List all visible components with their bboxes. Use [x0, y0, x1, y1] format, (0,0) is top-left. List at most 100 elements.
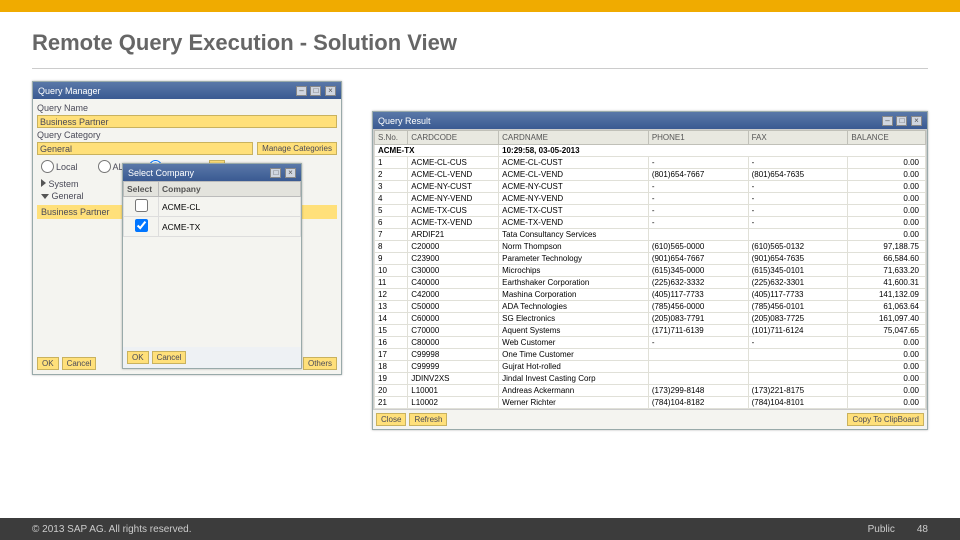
query-manager-titlebar[interactable]: Query Manager – □ ×: [33, 82, 341, 99]
qr-refresh-button[interactable]: Refresh: [409, 413, 447, 426]
result-row[interactable]: 19JDINV2XSJindal Invest Casting Corp0.00: [375, 373, 926, 385]
result-cell: -: [748, 157, 848, 169]
result-cell: -: [648, 193, 748, 205]
qm-cancel-button[interactable]: Cancel: [62, 357, 97, 370]
result-cell: [648, 361, 748, 373]
result-cell: 15: [375, 325, 408, 337]
select-company-window: Select Company □ × Select Company ACME-C…: [122, 163, 302, 369]
result-cell: (405)117-7733: [748, 289, 848, 301]
company-row[interactable]: ACME-CL: [124, 197, 301, 217]
close-icon[interactable]: ×: [911, 116, 922, 126]
result-row[interactable]: 3ACME-NY-CUSTACME-NY-CUST--0.00: [375, 181, 926, 193]
result-cell: 0.00: [848, 181, 926, 193]
sc-ok-button[interactable]: OK: [127, 351, 149, 364]
result-cell: -: [648, 337, 748, 349]
select-company-title: Select Company: [128, 168, 194, 178]
manage-categories-button[interactable]: Manage Categories: [257, 142, 337, 155]
result-row[interactable]: 5ACME-TX-CUSACME-TX-CUST--0.00: [375, 205, 926, 217]
result-cell: 161,097.40: [848, 313, 926, 325]
col-select: Select: [124, 182, 159, 197]
result-cell: 0.00: [848, 169, 926, 181]
result-col-header[interactable]: BALANCE: [848, 131, 926, 145]
result-row[interactable]: 6ACME-TX-VENDACME-TX-VEND--0.00: [375, 217, 926, 229]
result-cell: ACME-NY-CUST: [408, 181, 499, 193]
result-cell: 12: [375, 289, 408, 301]
result-cell: JDINV2XS: [408, 373, 499, 385]
result-cell: (225)632-3332: [648, 277, 748, 289]
result-cell: ACME-TX-VEND: [408, 217, 499, 229]
result-row[interactable]: 13C50000ADA Technologies(785)456-0000(78…: [375, 301, 926, 313]
query-result-window: Query Result – □ × S.No.CARDCODECARDNAME…: [372, 111, 928, 430]
result-row[interactable]: 20L10001Andreas Ackermann(173)299-8148(1…: [375, 385, 926, 397]
result-cell: C99998: [408, 349, 499, 361]
result-row[interactable]: 1ACME-CL-CUSACME-CL-CUST--0.00: [375, 157, 926, 169]
result-cell: ACME-CL-CUST: [499, 157, 649, 169]
qm-ok-button[interactable]: OK: [37, 357, 59, 370]
result-row[interactable]: 4ACME-NY-VENDACME-NY-VEND--0.00: [375, 193, 926, 205]
company-checkbox[interactable]: [135, 199, 148, 212]
result-cell: L10001: [408, 385, 499, 397]
result-cell: [748, 229, 848, 241]
result-row[interactable]: 14C60000SG Electronics(205)083-7791(205)…: [375, 313, 926, 325]
minimize-icon[interactable]: –: [882, 116, 893, 126]
result-cell: -: [648, 205, 748, 217]
result-col-header[interactable]: CARDNAME: [499, 131, 649, 145]
result-cell: Tata Consultancy Services: [499, 229, 649, 241]
result-cell: C40000: [408, 277, 499, 289]
result-cell: 16: [375, 337, 408, 349]
maximize-icon[interactable]: □: [310, 86, 321, 96]
company-checkbox[interactable]: [135, 219, 148, 232]
result-cell: 8: [375, 241, 408, 253]
result-row[interactable]: 2ACME-CL-VENDACME-CL-VEND(801)654-7667(8…: [375, 169, 926, 181]
result-cell: ACME-TX-CUS: [408, 205, 499, 217]
result-cell: (901)654-7667: [648, 253, 748, 265]
qm-others-button[interactable]: Others: [303, 357, 337, 370]
result-cell: ACME-TX-VEND: [499, 217, 649, 229]
company-row[interactable]: ACME-TX: [124, 217, 301, 237]
result-cell: -: [748, 193, 848, 205]
sc-cancel-button[interactable]: Cancel: [152, 351, 187, 364]
result-row[interactable]: 12C42000Mashina Corporation(405)117-7733…: [375, 289, 926, 301]
result-col-header[interactable]: S.No.: [375, 131, 408, 145]
result-cell: -: [748, 337, 848, 349]
result-row[interactable]: 17C99998One Time Customer0.00: [375, 349, 926, 361]
result-cell: L10002: [408, 397, 499, 409]
result-row[interactable]: 10C30000Microchips(615)345-0000(615)345-…: [375, 265, 926, 277]
query-result-titlebar[interactable]: Query Result – □ ×: [373, 112, 927, 129]
result-cell: 71,633.20: [848, 265, 926, 277]
result-row[interactable]: 18C99999Gujrat Hot-rolled0.00: [375, 361, 926, 373]
result-cell: 141,132.09: [848, 289, 926, 301]
close-icon[interactable]: ×: [325, 86, 336, 96]
result-row[interactable]: 8C20000Norm Thompson(610)565-0000(610)56…: [375, 241, 926, 253]
query-category-field[interactable]: General: [37, 142, 253, 155]
query-name-label: Query Name: [37, 103, 112, 113]
result-cell: -: [748, 217, 848, 229]
qr-copy-button[interactable]: Copy To ClipBoard: [847, 413, 924, 426]
select-company-titlebar[interactable]: Select Company □ ×: [123, 164, 301, 181]
result-col-header[interactable]: FAX: [748, 131, 848, 145]
result-row[interactable]: 7ARDIF21Tata Consultancy Services0.00: [375, 229, 926, 241]
result-row[interactable]: 16C80000Web Customer--0.00: [375, 337, 926, 349]
result-cell: 0.00: [848, 157, 926, 169]
minimize-icon[interactable]: –: [296, 86, 307, 96]
result-col-header[interactable]: PHONE1: [648, 131, 748, 145]
maximize-icon[interactable]: □: [270, 168, 281, 178]
radio-local[interactable]: Local: [41, 160, 78, 173]
result-row[interactable]: 15C70000Aquent Systems(171)711-6139(101)…: [375, 325, 926, 337]
result-row[interactable]: 11C40000Earthshaker Corporation(225)632-…: [375, 277, 926, 289]
result-cell: (171)711-6139: [648, 325, 748, 337]
result-cell: Earthshaker Corporation: [499, 277, 649, 289]
result-cell: -: [748, 205, 848, 217]
col-company: Company: [159, 182, 301, 197]
result-cell: One Time Customer: [499, 349, 649, 361]
qr-close-button[interactable]: Close: [376, 413, 406, 426]
result-col-header[interactable]: CARDCODE: [408, 131, 499, 145]
result-row[interactable]: 9C23900Parameter Technology(901)654-7667…: [375, 253, 926, 265]
maximize-icon[interactable]: □: [896, 116, 907, 126]
result-cell: Jindal Invest Casting Corp: [499, 373, 649, 385]
result-row[interactable]: 21L10002Werner Richter(784)104-8182(784)…: [375, 397, 926, 409]
result-cell: ARDIF21: [408, 229, 499, 241]
query-name-field[interactable]: Business Partner: [37, 115, 337, 128]
close-icon[interactable]: ×: [285, 168, 296, 178]
result-cell: C42000: [408, 289, 499, 301]
